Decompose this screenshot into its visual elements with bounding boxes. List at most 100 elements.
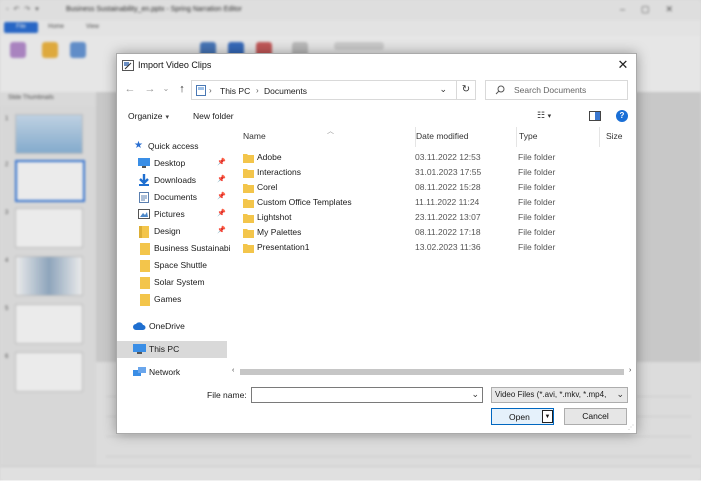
pin-icon: 📌 [217,227,226,234]
file-type: File folder [518,227,556,237]
file-date: 08.11.2022 17:18 [415,227,481,237]
address-bar[interactable]: › This PC › Documents ⌄ [191,80,476,100]
column-header-type[interactable]: Type [519,131,537,141]
nav-label: Solar System [154,277,205,287]
refresh-button[interactable]: ↻ [456,80,476,100]
file-row[interactable]: Corel 08.11.2022 15:28 File folder [243,180,637,195]
file-name: Lightshot [257,212,292,222]
desktop-icon [138,158,150,170]
chevron-down-icon: ⌄ [616,389,624,399]
column-header-name[interactable]: Name [243,131,266,141]
search-input[interactable] [514,83,622,97]
chevron-down-icon[interactable]: ⌄ [471,389,479,400]
nav-item-downloads[interactable]: Downloads 📌 [117,172,227,189]
file-type: File folder [518,242,556,252]
file-row[interactable]: Adobe 03.11.2022 12:53 File folder [243,150,637,165]
folder-icon [140,277,150,291]
file-date: 03.11.2022 12:53 [415,152,481,162]
open-button[interactable]: Open ▼ [491,408,554,425]
change-view-button[interactable]: ☷ ▾ [537,110,551,121]
file-date: 08.11.2022 15:28 [415,182,481,192]
horizontal-scrollbar[interactable]: ‹ › [229,367,637,377]
file-name-field[interactable]: ⌄ [251,387,483,403]
file-date: 23.11.2022 13:07 [415,212,481,222]
nav-item-documents[interactable]: Documents 📌 [117,189,227,206]
pin-icon: 📌 [217,193,226,200]
file-name: My Palettes [257,227,302,237]
preview-pane-button[interactable] [589,111,601,123]
folder-icon [243,228,254,240]
file-row[interactable]: My Palettes 08.11.2022 17:18 File folder [243,225,637,240]
file-type: File folder [518,197,556,207]
download-icon [138,174,150,188]
nav-item-onedrive[interactable]: OneDrive [117,318,227,335]
pin-icon: 📌 [217,159,226,166]
file-row[interactable]: Interactions 31.01.2023 17:55 File folde… [243,165,637,180]
file-type: File folder [518,167,556,177]
file-name-label: File name: [207,390,247,400]
nav-item-pictures[interactable]: Pictures 📌 [117,206,227,223]
nav-folder-item[interactable]: Space Shuttle [117,257,227,274]
nav-folder-item[interactable]: Solar System [117,274,227,291]
this-pc-icon [196,85,206,98]
column-header-date[interactable]: Date modified [416,131,468,141]
star-icon: ★ [134,140,143,151]
new-folder-button[interactable]: New folder [193,111,234,121]
up-arrow-icon[interactable]: ↑ [175,83,189,95]
resize-grip-icon[interactable]: ⋰ [628,424,634,431]
recent-locations-chevron-icon[interactable]: ⌄ [159,84,173,93]
nav-item-this-pc[interactable]: This PC [117,341,227,358]
column-divider [516,127,517,147]
nav-item-design[interactable]: Design 📌 [117,223,227,240]
nav-label: Business Sustainabi [154,243,231,253]
cloud-icon [133,322,146,332]
folder-icon [140,294,150,308]
file-name: Interactions [257,167,301,177]
file-row[interactable]: Presentation1 13.02.2023 11:36 File fold… [243,240,637,255]
column-divider [599,127,600,147]
folder-icon [243,213,254,225]
nav-item-desktop[interactable]: Desktop 📌 [117,155,227,172]
nav-item-network[interactable]: Network [117,364,227,381]
nav-label: Design [154,226,181,236]
file-row[interactable]: Lightshot 23.11.2022 13:07 File folder [243,210,637,225]
folder-icon [243,153,254,165]
address-dropdown-icon[interactable]: ⌄ [439,84,447,95]
folder-icon [139,226,149,240]
nav-quick-access[interactable]: ★ Quick access [117,138,227,155]
command-bar: Organize ▾ New folder ☷ ▾ ? [117,107,636,127]
folder-icon [140,260,150,274]
column-header-size[interactable]: Size [606,131,623,141]
file-name: Custom Office Templates [257,197,352,207]
help-button[interactable]: ? [616,110,628,122]
video-clip-icon [122,60,134,73]
search-icon [495,85,505,97]
organize-button[interactable]: Organize ▾ [128,111,169,121]
file-type-filter[interactable]: Video Files (*.avi, *.mkv, *.mp4, ⌄ [491,387,628,403]
caret-down-icon: ▾ [165,114,170,121]
cancel-button[interactable]: Cancel [564,408,627,425]
open-options-dropdown[interactable]: ▼ [542,410,553,423]
nav-label: Games [154,294,182,304]
file-name-input[interactable] [255,389,460,401]
scrollbar-thumb[interactable] [240,369,624,375]
file-type-filter-value: Video Files (*.avi, *.mkv, *.mp4, [495,390,607,399]
file-row[interactable]: Custom Office Templates 11.11.2022 11:24… [243,195,637,210]
back-arrow-icon[interactable]: ← [123,83,137,95]
breadcrumb-this-pc[interactable]: This PC [220,86,250,96]
close-button[interactable]: ✕ [614,56,632,74]
nav-folder-item[interactable]: Business Sustainabi [117,240,231,257]
search-box[interactable] [485,80,628,100]
folder-icon [243,198,254,210]
scroll-left-icon[interactable]: ‹ [232,367,234,374]
preview-pane-icon [589,111,601,121]
pictures-icon [138,209,150,221]
file-type: File folder [518,182,556,192]
forward-arrow-icon[interactable]: → [143,83,157,95]
computer-icon [133,344,146,356]
folder-icon [243,183,254,195]
scroll-right-icon[interactable]: › [629,367,631,374]
open-label: Open [509,412,530,422]
nav-folder-item[interactable]: Games [117,291,227,308]
breadcrumb-documents[interactable]: Documents [264,86,307,96]
